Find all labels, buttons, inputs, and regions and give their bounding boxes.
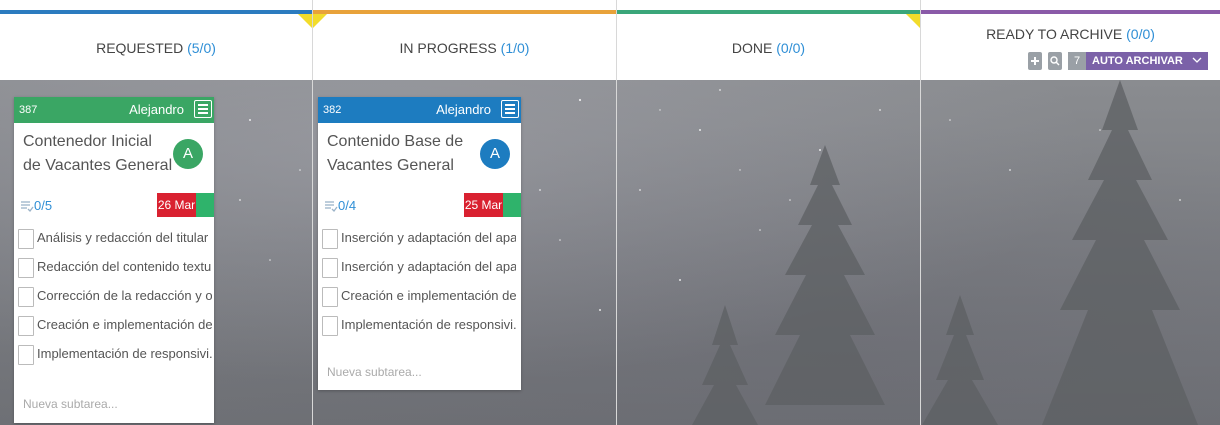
card-header: 382 Alejandro xyxy=(318,97,521,123)
avatar[interactable]: A xyxy=(173,139,203,169)
subtask-item: Análisis y redacción del titular ... xyxy=(14,225,214,254)
subtask-progress: 0/4 xyxy=(338,198,357,213)
chevron-down-icon xyxy=(1192,57,1202,63)
subtask-checkbox[interactable] xyxy=(322,287,338,307)
auto-archive-label: AUTO ARCHIVAR xyxy=(1092,55,1183,67)
subtask-item: Inserción y adaptación del apa... xyxy=(318,225,521,254)
column-done: DONE (0/0) xyxy=(617,0,921,425)
column-title[interactable]: DONE (0/0) xyxy=(617,40,920,56)
column-title[interactable]: REQUESTED (5/0) xyxy=(0,40,312,56)
subtask-checkbox[interactable] xyxy=(322,229,338,249)
subtask-text[interactable]: Implementación de responsivi... xyxy=(341,317,516,332)
column-title-text: READY TO ARCHIVE xyxy=(986,26,1123,42)
subtask-text[interactable]: Redacción del contenido textu... xyxy=(37,259,212,274)
task-card[interactable]: 382 Alejandro Contenido Base de Vacantes… xyxy=(318,97,521,390)
column-title[interactable]: READY TO ARCHIVE (0/0) xyxy=(921,26,1220,42)
subtask-checkbox[interactable] xyxy=(322,316,338,336)
auto-archive-button[interactable]: AUTO ARCHIVAR xyxy=(1086,52,1208,70)
subtask-item: Implementación de responsivi... xyxy=(14,341,214,370)
subtask-text[interactable]: Análisis y redacción del titular ... xyxy=(37,230,212,245)
archive-toolbar: 7 AUTO ARCHIVAR xyxy=(1028,52,1208,72)
subtask-checkbox[interactable] xyxy=(18,229,34,249)
card-meta: 0/4 25 Mar xyxy=(318,193,521,219)
column-color-bar xyxy=(313,10,616,14)
column-title-text: REQUESTED xyxy=(96,40,184,56)
column-header: IN PROGRESS (1/0) xyxy=(313,0,616,80)
subtask-item: Inserción y adaptación del apa... xyxy=(318,254,521,283)
new-subtask-input[interactable]: Nueva subtarea... xyxy=(327,365,422,379)
subtask-list: Análisis y redacción del titular ... Red… xyxy=(14,225,214,370)
menu-icon[interactable] xyxy=(194,100,212,118)
column-color-bar xyxy=(0,10,312,14)
subtask-checkbox[interactable] xyxy=(18,258,34,278)
checklist-icon xyxy=(325,201,338,212)
subtask-text[interactable]: Inserción y adaptación del apa... xyxy=(341,259,516,274)
due-date-badge[interactable]: 26 Mar xyxy=(157,193,196,217)
column-title[interactable]: IN PROGRESS (1/0) xyxy=(313,40,616,56)
subtask-checkbox[interactable] xyxy=(18,316,34,336)
subtask-text[interactable]: Corrección de la redacción y or... xyxy=(37,288,212,303)
card-owner[interactable]: Alejandro xyxy=(129,102,184,117)
column-count: (0/0) xyxy=(776,40,806,56)
column-corner-marker xyxy=(906,14,920,28)
column-title-text: IN PROGRESS xyxy=(399,40,497,56)
status-strip xyxy=(196,193,214,217)
column-ready-to-archive: READY TO ARCHIVE (0/0) 7 AUTO ARCHIVAR xyxy=(921,0,1220,425)
new-subtask-input[interactable]: Nueva subtarea... xyxy=(23,397,118,411)
column-header: DONE (0/0) xyxy=(617,0,920,80)
subtask-checkbox[interactable] xyxy=(18,345,34,365)
task-card[interactable]: 387 Alejandro Contenedor Inicial de Vaca… xyxy=(14,97,214,423)
subtask-text[interactable]: Creación e implementación de ... xyxy=(341,288,516,303)
column-count: (1/0) xyxy=(500,40,530,56)
due-date-badge[interactable]: 25 Mar xyxy=(464,193,503,217)
subtask-text[interactable]: Implementación de responsivi... xyxy=(37,346,212,361)
subtask-checkbox[interactable] xyxy=(18,287,34,307)
subtask-list: Inserción y adaptación del apa... Inserc… xyxy=(318,225,521,341)
column-corner-marker xyxy=(298,14,312,28)
card-title[interactable]: Contenido Base de Vacantes General xyxy=(327,130,477,178)
checklist-icon xyxy=(21,201,34,212)
column-header: REQUESTED (5/0) xyxy=(0,0,312,80)
subtask-item: Creación e implementación de ... xyxy=(14,312,214,341)
column-corner-marker xyxy=(313,14,327,28)
column-count: (5/0) xyxy=(187,40,216,56)
avatar[interactable]: A xyxy=(480,139,510,169)
card-title[interactable]: Contenedor Inicial de Vacantes General xyxy=(23,130,173,178)
subtask-checkbox[interactable] xyxy=(322,258,338,278)
subtask-item: Creación e implementación de ... xyxy=(318,283,521,312)
card-meta: 0/5 26 Mar xyxy=(14,193,214,219)
plus-icon[interactable] xyxy=(1028,52,1042,70)
column-in-progress: IN PROGRESS (1/0) 382 Alejandro Contenid… xyxy=(313,0,617,425)
column-title-text: DONE xyxy=(731,40,773,56)
status-strip xyxy=(503,193,521,217)
search-icon[interactable] xyxy=(1048,52,1062,70)
column-count: (0/0) xyxy=(1126,26,1155,42)
subtask-text[interactable]: Inserción y adaptación del apa... xyxy=(341,230,516,245)
subtask-progress: 0/5 xyxy=(34,198,53,213)
subtask-item: Redacción del contenido textu... xyxy=(14,254,214,283)
card-id: 387 xyxy=(19,104,38,116)
subtask-text[interactable]: Creación e implementación de ... xyxy=(37,317,212,332)
column-requested: REQUESTED (5/0) 387 Alejandro Contenedor… xyxy=(0,0,313,425)
archive-count: 7 xyxy=(1068,52,1086,70)
column-header: READY TO ARCHIVE (0/0) 7 AUTO ARCHIVAR xyxy=(921,0,1220,80)
card-owner[interactable]: Alejandro xyxy=(436,102,491,117)
subtask-item: Corrección de la redacción y or... xyxy=(14,283,214,312)
menu-icon[interactable] xyxy=(501,100,519,118)
card-header: 387 Alejandro xyxy=(14,97,214,123)
column-color-bar xyxy=(617,10,920,14)
subtask-item: Implementación de responsivi... xyxy=(318,312,521,341)
column-color-bar xyxy=(921,10,1220,14)
card-id: 382 xyxy=(323,104,342,116)
